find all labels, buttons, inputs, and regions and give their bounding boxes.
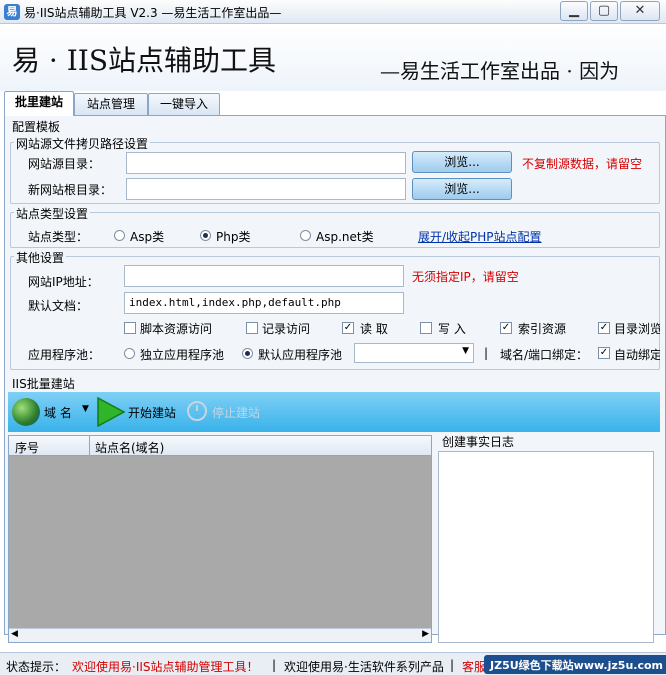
ip-input[interactable] xyxy=(124,265,404,287)
source-path-group-title: 网站源文件拷贝路径设置 xyxy=(14,135,151,152)
banner-slogan: —易生活工作室出品 · 因为 xyxy=(380,59,620,83)
perm-browse-label: 目录浏览 xyxy=(614,322,660,336)
perm-index-checkbox[interactable]: ✓ xyxy=(500,322,512,334)
status-bar: 状态提示： 欢迎使用易·IIS站点辅助管理工具！ | 欢迎使用易·生活软件系列产… xyxy=(0,652,666,675)
perm-read-label: 读 取 xyxy=(360,322,388,336)
site-type-php-radio[interactable] xyxy=(200,230,211,241)
log-title: 创建事实日志 xyxy=(442,435,515,449)
log-textarea[interactable] xyxy=(438,451,654,643)
toggle-php-config-link[interactable]: 展开/收起PHP站点配置 xyxy=(418,228,542,245)
ip-hint: 无须指定IP，请留空 xyxy=(412,270,519,284)
pool-independent-label: 独立应用程序池 xyxy=(140,348,225,362)
perm-script-checkbox[interactable] xyxy=(124,322,136,334)
scroll-left-icon[interactable]: ◀ xyxy=(11,629,18,639)
scroll-right-icon[interactable]: ▶ xyxy=(422,629,429,639)
status-separator-1: | xyxy=(272,658,277,672)
root-dir-label: 新网站根目录： xyxy=(28,183,113,197)
pool-separator: | xyxy=(484,346,489,360)
banner-title: 易 · IIS站点辅助工具 xyxy=(12,44,277,77)
domain-button[interactable]: 域 名 xyxy=(44,404,72,421)
app-pool-select[interactable]: ▼ xyxy=(354,343,474,363)
status-message: 欢迎使用易·IIS站点辅助管理工具！ xyxy=(72,660,259,674)
default-doc-label: 默认文档： xyxy=(28,299,89,313)
perm-index-label: 索引资源 xyxy=(518,322,567,336)
app-pool-label: 应用程序池： xyxy=(28,348,101,362)
status-info: 欢迎使用易·生活软件系列产品 xyxy=(284,660,444,674)
batch-toolbar: 域 名 ▼ 开始建站 停止建站 xyxy=(8,392,660,432)
banner: 易 · IIS站点辅助工具 —易生活工作室出品 · 因为 xyxy=(0,25,666,91)
perm-script-label: 脚本资源访问 xyxy=(140,322,213,336)
window-title: 易·IIS站点辅助工具 V2.3 —易生活工作室出品— xyxy=(24,6,282,20)
stop-icon xyxy=(187,401,207,421)
status-extra: 客服 xyxy=(462,660,487,674)
auto-bind-label: 自动绑定 xyxy=(614,348,660,362)
browse-root-button[interactable]: 浏览... xyxy=(412,178,512,200)
tab-one-click-import[interactable]: 一键导入 xyxy=(148,93,220,115)
sites-grid[interactable]: 序号 站点名(域名) ◀ ▶ xyxy=(8,435,432,643)
globe-icon xyxy=(12,398,40,426)
config-section-title: 配置模板 xyxy=(12,120,61,134)
status-separator-2: | xyxy=(450,658,455,672)
tab-batch-create[interactable]: 批里建站 xyxy=(4,91,74,116)
source-hint: 不复制源数据，请留空 xyxy=(522,157,643,171)
site-type-asp-radio[interactable] xyxy=(114,230,125,241)
app-icon: 易 xyxy=(4,4,20,20)
horizontal-scrollbar[interactable]: ◀ ▶ xyxy=(9,628,431,642)
stop-build-button[interactable]: 停止建站 xyxy=(212,404,260,421)
site-type-aspnet-radio[interactable] xyxy=(300,230,311,241)
perm-browse-checkbox[interactable]: ✓ xyxy=(598,322,610,334)
close-button[interactable]: ✕ xyxy=(620,1,660,21)
site-type-aspnet-label: Asp.net类 xyxy=(316,230,374,244)
maximize-button[interactable]: ▢ xyxy=(590,1,618,21)
pool-default-radio[interactable] xyxy=(242,348,253,359)
pool-independent-radio[interactable] xyxy=(124,348,135,359)
site-type-group-title: 站点类型设置 xyxy=(14,205,91,222)
minimize-button[interactable]: ▁ xyxy=(560,1,588,21)
auto-bind-checkbox[interactable]: ✓ xyxy=(598,347,610,359)
browse-source-button[interactable]: 浏览... xyxy=(412,151,512,173)
ip-label: 网站IP地址： xyxy=(28,275,99,289)
perm-log-label: 记录访问 xyxy=(262,322,311,336)
col-site-name[interactable]: 站点名(域名) xyxy=(95,439,164,456)
site-type-label: 站点类型： xyxy=(28,230,89,244)
col-divider xyxy=(89,436,90,456)
watermark: JZ5U绿色下载站www.jz5u.com xyxy=(484,655,666,674)
binding-label: 域名/端口绑定： xyxy=(500,348,589,362)
pool-default-label: 默认应用程序池 xyxy=(258,348,343,362)
chevron-down-icon: ▼ xyxy=(462,346,469,356)
grid-header: 序号 站点名(域名) xyxy=(9,436,431,456)
site-type-php-label: Php类 xyxy=(216,230,251,244)
start-build-button[interactable]: 开始建站 xyxy=(128,404,176,421)
perm-read-checkbox[interactable]: ✓ xyxy=(342,322,354,334)
source-dir-label: 网站源目录： xyxy=(28,157,101,171)
perm-write-checkbox[interactable] xyxy=(420,322,432,334)
tab-site-manage[interactable]: 站点管理 xyxy=(74,93,148,115)
log-panel: 创建事实日志 xyxy=(436,433,660,645)
dropdown-arrow-icon[interactable]: ▼ xyxy=(82,404,89,414)
batch-section-title: IIS批量建站 xyxy=(12,377,75,391)
site-type-asp-label: Asp类 xyxy=(130,230,165,244)
perm-log-checkbox[interactable] xyxy=(246,322,258,334)
status-label: 状态提示： xyxy=(6,660,67,674)
other-settings-group-title: 其他设置 xyxy=(14,249,67,266)
source-dir-input[interactable] xyxy=(126,152,406,174)
title-bar: 易 易·IIS站点辅助工具 V2.3 —易生活工作室出品— ▁ ▢ ✕ xyxy=(0,0,666,24)
root-dir-input[interactable] xyxy=(126,178,406,200)
col-index[interactable]: 序号 xyxy=(15,439,39,456)
default-doc-input[interactable]: index.html,index.php,default.php xyxy=(124,292,404,314)
play-icon xyxy=(97,396,126,428)
perm-write-label: 写 入 xyxy=(438,322,466,336)
